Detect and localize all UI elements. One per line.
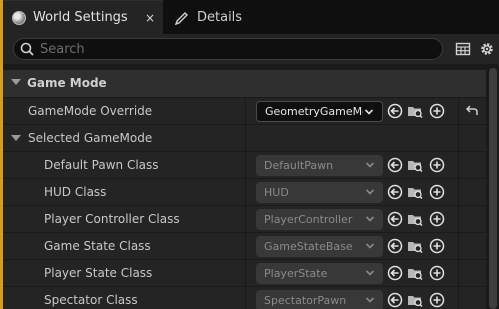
- reset-to-default-icon[interactable]: [464, 103, 480, 119]
- add-new-icon[interactable]: [429, 157, 445, 173]
- use-selected-icon[interactable]: [387, 265, 403, 281]
- subcategory-selected-gamemode[interactable]: Selected GameMode: [3, 124, 486, 152]
- tab-bar: World Settings × Details: [3, 0, 499, 34]
- column-divider: [458, 125, 459, 152]
- category-label: Game Mode: [27, 76, 107, 90]
- add-new-icon[interactable]: [429, 292, 445, 308]
- browse-folder-icon[interactable]: [407, 265, 423, 281]
- add-new-icon[interactable]: [429, 184, 445, 200]
- column-divider: [458, 233, 459, 260]
- tab-details[interactable]: Details: [166, 0, 276, 34]
- browse-folder-icon[interactable]: [407, 184, 423, 200]
- gamemode-override-dropdown[interactable]: GeometryGameMode: [256, 101, 383, 122]
- search-icon: [20, 42, 34, 56]
- dropdown-value: PlayerState: [264, 267, 328, 280]
- property-row: Player Controller Class PlayerController: [3, 205, 486, 233]
- tab-world-settings[interactable]: World Settings ×: [3, 0, 163, 34]
- browse-folder-icon[interactable]: [407, 211, 423, 227]
- table-view-icon[interactable]: [455, 41, 471, 57]
- expand-caret-icon[interactable]: [11, 135, 21, 141]
- property-row: Game State Class GameStateBase: [3, 232, 486, 260]
- search-input[interactable]: [40, 41, 420, 57]
- property-row: Default Pawn Class DefaultPawn: [3, 151, 486, 179]
- property-label: Player State Class: [44, 266, 153, 280]
- column-divider: [245, 260, 246, 287]
- class-dropdown[interactable]: SpectatorPawn: [256, 290, 383, 309]
- property-label: GameMode Override: [28, 104, 153, 118]
- dropdown-value: DefaultPawn: [264, 159, 334, 172]
- settings-gear-icon[interactable]: [479, 41, 495, 57]
- vertical-scrollbar[interactable]: [489, 68, 497, 309]
- chevron-down-icon: [365, 297, 375, 303]
- use-selected-icon[interactable]: [387, 184, 403, 200]
- use-selected-icon[interactable]: [387, 103, 403, 119]
- column-divider: [458, 287, 459, 309]
- expand-caret-icon[interactable]: [11, 79, 21, 85]
- chevron-down-icon: [365, 243, 375, 249]
- browse-folder-icon[interactable]: [407, 157, 423, 173]
- property-row: HUD Class HUD: [3, 178, 486, 206]
- browse-folder-icon[interactable]: [407, 103, 423, 119]
- browse-folder-icon[interactable]: [407, 238, 423, 254]
- column-divider: [245, 206, 246, 233]
- globe-icon: [12, 10, 26, 25]
- class-dropdown[interactable]: PlayerController: [256, 209, 383, 230]
- dropdown-value: PlayerController: [264, 213, 353, 226]
- details-toolbar: [3, 34, 499, 64]
- column-divider: [245, 179, 246, 206]
- column-divider: [245, 233, 246, 260]
- add-new-icon[interactable]: [429, 103, 445, 119]
- use-selected-icon[interactable]: [387, 211, 403, 227]
- tab-label: World Settings: [33, 10, 128, 25]
- search-box[interactable]: [13, 38, 443, 60]
- add-new-icon[interactable]: [429, 265, 445, 281]
- pencil-icon: [174, 12, 188, 25]
- class-dropdown[interactable]: HUD: [256, 182, 383, 203]
- category-game-mode[interactable]: Game Mode: [3, 70, 486, 97]
- property-label: Game State Class: [44, 239, 151, 253]
- class-dropdown[interactable]: GameStateBase: [256, 236, 383, 257]
- details-panel: Game Mode GameMode Override GeometryGame…: [3, 64, 499, 309]
- chevron-down-icon: [365, 216, 375, 222]
- column-divider: [245, 125, 246, 152]
- class-dropdown[interactable]: PlayerState: [256, 263, 383, 284]
- column-divider: [245, 98, 246, 125]
- chevron-down-icon: [365, 162, 375, 168]
- use-selected-icon[interactable]: [387, 292, 403, 308]
- property-label: Player Controller Class: [44, 212, 180, 226]
- add-new-icon[interactable]: [429, 238, 445, 254]
- chevron-down-icon: [365, 189, 375, 195]
- dropdown-value: GeometryGameMode: [265, 105, 363, 118]
- chevron-down-icon: [364, 109, 374, 115]
- property-label: Default Pawn Class: [44, 158, 159, 172]
- subcategory-label: Selected GameMode: [28, 131, 153, 145]
- column-divider: [458, 206, 459, 233]
- property-row-gamemode-override: GameMode Override GeometryGameMode: [3, 97, 486, 125]
- browse-folder-icon[interactable]: [407, 292, 423, 308]
- chevron-down-icon: [365, 270, 375, 276]
- add-new-icon[interactable]: [429, 211, 445, 227]
- column-divider: [245, 287, 246, 309]
- column-divider: [245, 152, 246, 179]
- close-icon[interactable]: ×: [145, 11, 155, 25]
- use-selected-icon[interactable]: [387, 238, 403, 254]
- tab-label: Details: [197, 9, 243, 25]
- dropdown-value: HUD: [264, 186, 289, 199]
- column-divider: [458, 98, 459, 125]
- dropdown-value: GameStateBase: [264, 240, 353, 253]
- column-divider: [458, 260, 459, 287]
- class-dropdown[interactable]: DefaultPawn: [256, 155, 383, 176]
- property-label: HUD Class: [44, 185, 107, 199]
- column-divider: [458, 152, 459, 179]
- use-selected-icon[interactable]: [387, 157, 403, 173]
- property-row: Spectator Class SpectatorPawn: [3, 286, 486, 309]
- property-label: Spectator Class: [44, 293, 138, 307]
- property-row: Player State Class PlayerState: [3, 259, 486, 287]
- dropdown-value: SpectatorPawn: [264, 294, 347, 307]
- column-divider: [458, 179, 459, 206]
